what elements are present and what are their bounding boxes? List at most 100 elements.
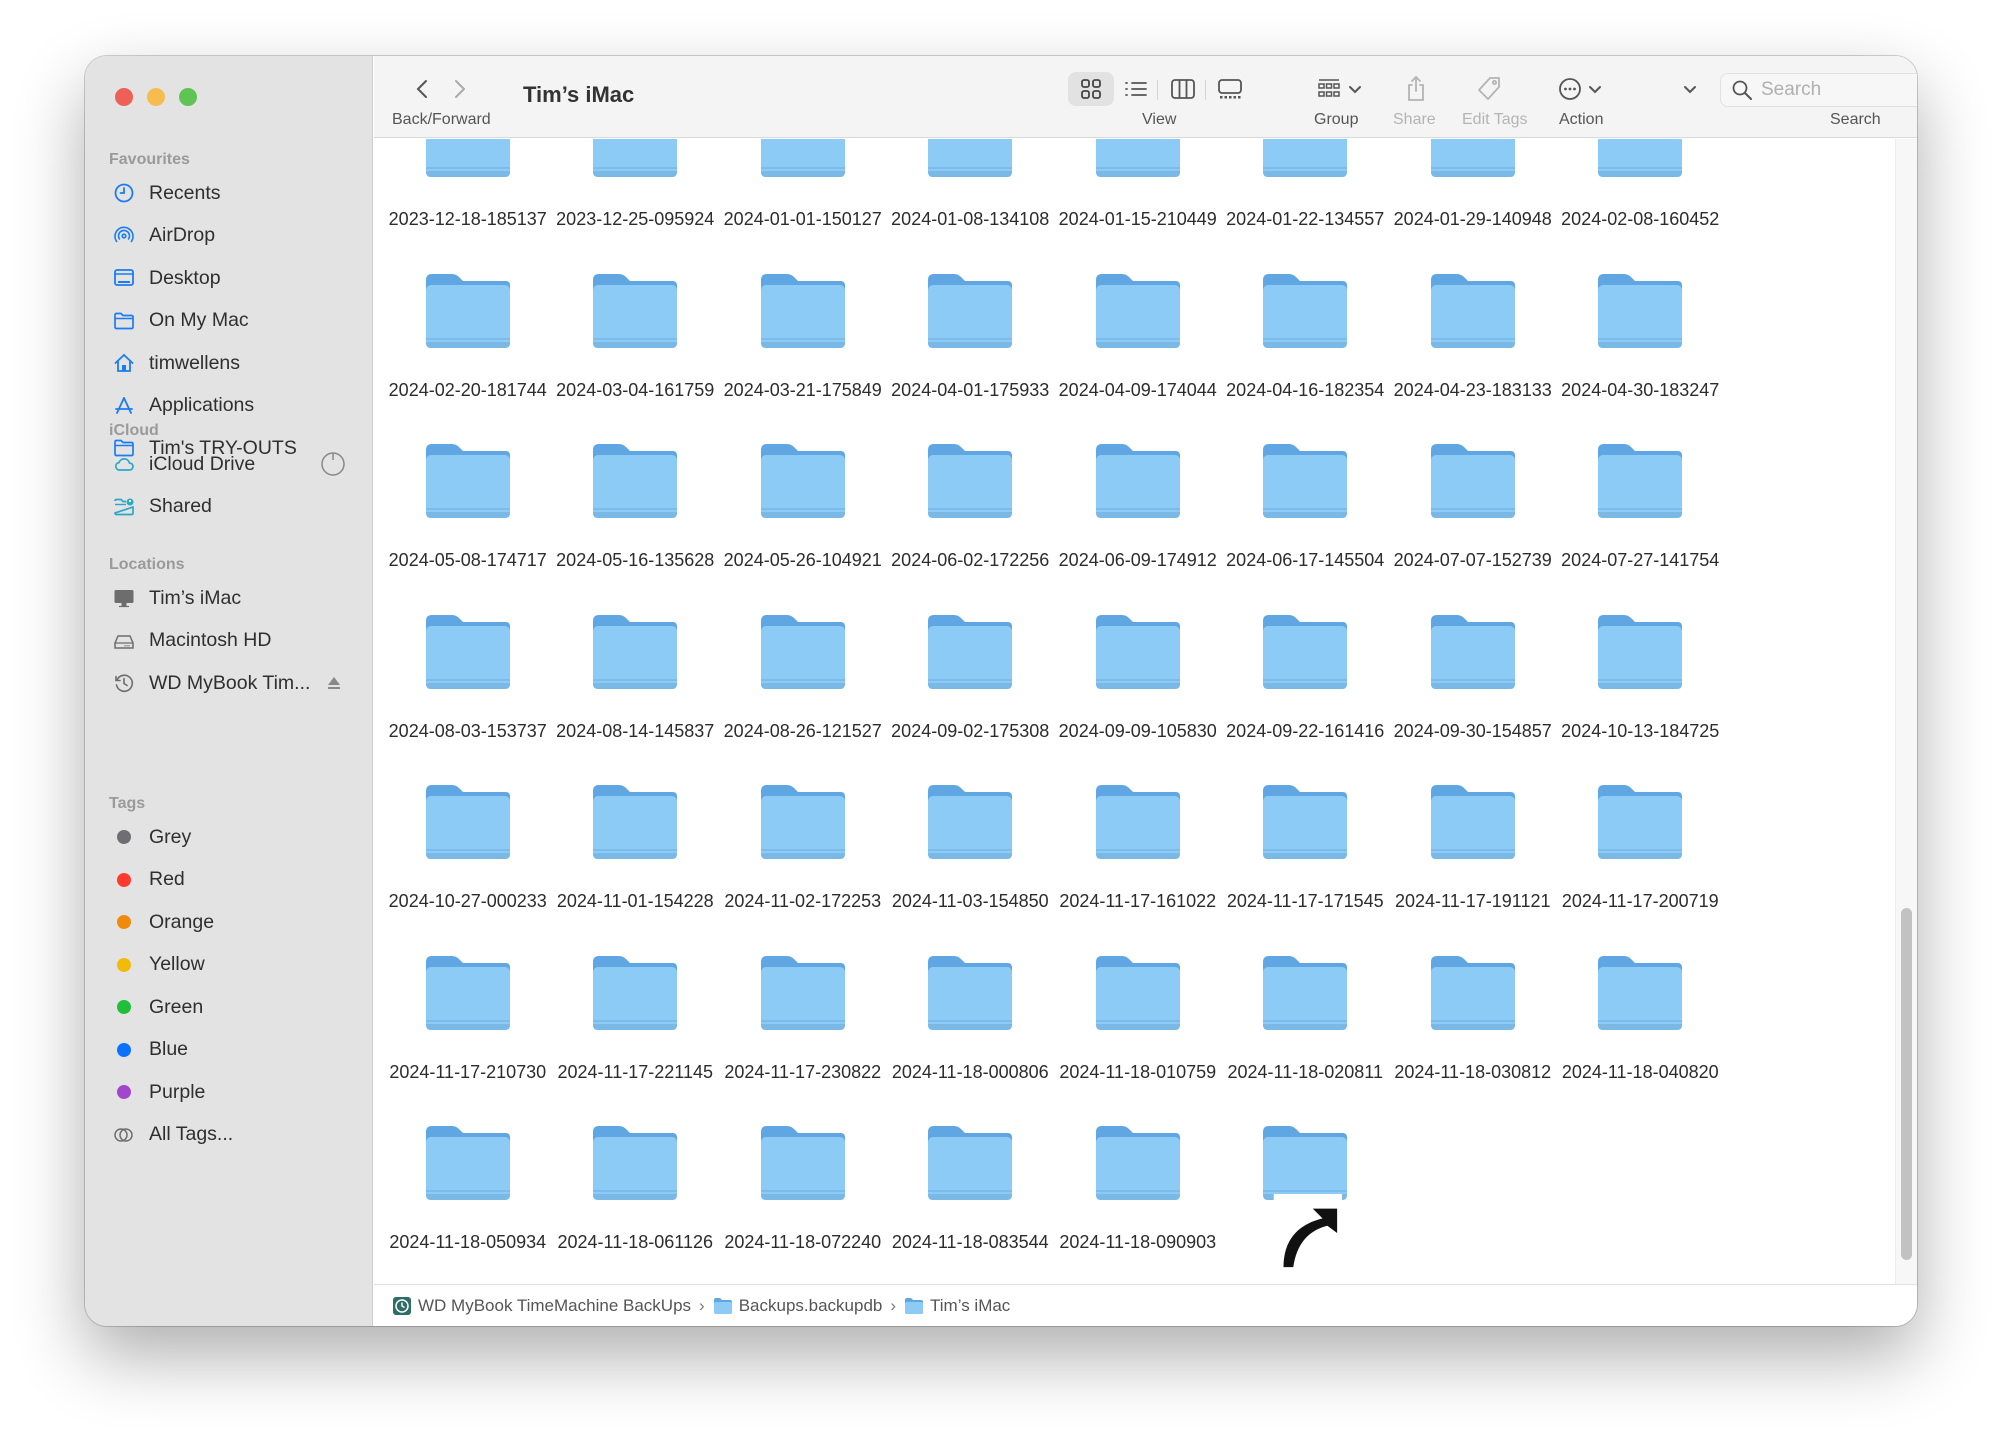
sidebar-item-icloud-drive[interactable]: iCloud Drive <box>85 443 372 486</box>
folder-item[interactable]: 2024-10-27-000233 <box>384 781 552 952</box>
toolbar-overflow-button[interactable] <box>1680 74 1700 104</box>
sidebar-item-airdrop[interactable]: AirDrop <box>85 215 372 258</box>
sidebar-item-blue[interactable]: Blue <box>85 1029 372 1072</box>
folder-item[interactable]: 2024-03-21-175849 <box>719 270 887 441</box>
folder-item[interactable]: 2024-11-18-090903 <box>1054 1122 1222 1284</box>
folder-item[interactable]: 2024-01-29-140948 <box>1389 139 1557 270</box>
folder-item[interactable]: 2024-08-14-145837 <box>552 611 720 782</box>
folder-item[interactable]: 2024-09-09-105830 <box>1054 611 1222 782</box>
sidebar-item-grey[interactable]: Grey <box>85 816 372 859</box>
minimize-button[interactable] <box>147 88 165 106</box>
folder-item[interactable]: 2024-04-30-183247 <box>1557 270 1725 441</box>
folder-item[interactable]: 2024-04-16-182354 <box>1222 270 1390 441</box>
sidebar-item-timwellens[interactable]: timwellens <box>85 342 372 385</box>
sidebar-item-yellow[interactable]: Yellow <box>85 944 372 987</box>
folder-item[interactable]: 2024-06-17-145504 <box>1222 440 1390 611</box>
alias-folder-item[interactable]: Latest <box>1222 1122 1390 1284</box>
folder-item[interactable]: 2024-08-03-153737 <box>384 611 552 782</box>
sidebar-section-header[interactable]: Favourites <box>85 148 372 172</box>
folder-item[interactable]: 2024-09-30-154857 <box>1389 611 1557 782</box>
folder-item[interactable]: 2024-07-27-141754 <box>1557 440 1725 611</box>
folder-item[interactable]: 2024-11-18-083544 <box>887 1122 1055 1284</box>
icon-view-button[interactable] <box>1077 74 1105 104</box>
sidebar-item-wd-mybook-tim[interactable]: WD MyBook Tim... <box>85 662 372 705</box>
sidebar-item-desktop[interactable]: Desktop <box>85 257 372 300</box>
sidebar-item-all-tags[interactable]: All Tags... <box>85 1114 372 1157</box>
eject-icon[interactable] <box>326 675 342 691</box>
sidebar-item-shared[interactable]: Shared <box>85 486 372 529</box>
sidebar-item-orange[interactable]: Orange <box>85 901 372 944</box>
zoom-button[interactable] <box>179 88 197 106</box>
folder-item[interactable]: 2024-11-17-210730 <box>384 952 552 1123</box>
folder-item[interactable]: 2024-10-13-184725 <box>1557 611 1725 782</box>
share-button[interactable] <box>1401 74 1431 104</box>
share-icon <box>1408 75 1424 101</box>
folder-item[interactable]: 2024-11-17-161022 <box>1054 781 1222 952</box>
folder-item[interactable]: 2024-02-20-181744 <box>384 270 552 441</box>
folder-item[interactable]: 2024-11-17-230822 <box>719 952 887 1123</box>
folder-item[interactable]: 2024-07-07-152739 <box>1389 440 1557 611</box>
sidebar-item-on-my-mac[interactable]: On My Mac <box>85 300 372 343</box>
folder-item[interactable]: 2024-06-02-172256 <box>887 440 1055 611</box>
folder-item[interactable]: 2024-11-02-172253 <box>719 781 887 952</box>
folder-item[interactable]: 2024-03-04-161759 <box>552 270 720 441</box>
folder-item[interactable]: 2024-11-18-072240 <box>719 1122 887 1284</box>
folder-item[interactable]: 2024-11-18-000806 <box>887 952 1055 1123</box>
folder-item[interactable]: 2024-11-18-010759 <box>1054 952 1222 1123</box>
folder-item[interactable]: 2024-01-01-150127 <box>719 139 887 270</box>
folder-item[interactable]: 2024-04-23-183133 <box>1389 270 1557 441</box>
folder-item[interactable]: 2024-11-17-191121 <box>1389 781 1557 952</box>
search-field[interactable] <box>1720 73 1917 107</box>
action-button[interactable] <box>1554 74 1606 104</box>
folder-item[interactable]: 2024-11-17-171545 <box>1222 781 1390 952</box>
folder-item[interactable]: 2024-01-22-134557 <box>1222 139 1390 270</box>
folder-item[interactable]: 2024-02-08-160452 <box>1557 139 1725 270</box>
folder-item[interactable]: 2024-04-01-175933 <box>887 270 1055 441</box>
folder-item[interactable]: 2024-05-08-174717 <box>384 440 552 611</box>
folder-item[interactable]: 2024-09-22-161416 <box>1222 611 1390 782</box>
folder-item[interactable]: 2023-12-25-095924 <box>552 139 720 270</box>
folder-item[interactable]: 2024-11-17-221145 <box>552 952 720 1123</box>
sidebar-section-header[interactable]: iCloud <box>85 419 372 443</box>
sidebar-item-macintosh-hd[interactable]: Macintosh HD <box>85 620 372 663</box>
search-input[interactable] <box>1761 79 1917 101</box>
vertical-scrollbar[interactable] <box>1895 139 1917 1284</box>
edit-tags-button[interactable] <box>1474 74 1504 104</box>
sidebar-item-red[interactable]: Red <box>85 859 372 902</box>
path-item-current[interactable]: Tim’s iMac <box>904 1296 1010 1316</box>
folder-item[interactable]: 2024-11-18-040820 <box>1557 952 1725 1123</box>
folder-item[interactable]: 2024-11-17-200719 <box>1557 781 1725 952</box>
group-button[interactable] <box>1313 74 1365 104</box>
folder-item[interactable]: 2024-08-26-121527 <box>719 611 887 782</box>
scrollbar-thumb[interactable] <box>1901 908 1912 1260</box>
forward-button[interactable] <box>450 74 470 104</box>
sidebar-item-green[interactable]: Green <box>85 986 372 1029</box>
folder-item[interactable]: 2024-05-26-104921 <box>719 440 887 611</box>
sidebar-section-header[interactable]: Locations <box>85 553 372 577</box>
folder-item[interactable]: 2024-09-02-175308 <box>887 611 1055 782</box>
folder-item[interactable]: 2024-06-09-174912 <box>1054 440 1222 611</box>
folder-item[interactable]: 2024-11-18-030812 <box>1389 952 1557 1123</box>
folder-item[interactable]: 2024-04-09-174044 <box>1054 270 1222 441</box>
sidebar-item-recents[interactable]: Recents <box>85 172 372 215</box>
folder-item[interactable]: 2024-05-16-135628 <box>552 440 720 611</box>
folder-item[interactable]: 2024-11-03-154850 <box>887 781 1055 952</box>
close-button[interactable] <box>115 88 133 106</box>
folder-item[interactable]: 2024-11-18-050934 <box>384 1122 552 1284</box>
sidebar-item-label: On My Mac <box>149 309 249 332</box>
folder-item[interactable]: 2024-11-01-154228 <box>552 781 720 952</box>
path-item-volume[interactable]: WD MyBook TimeMachine BackUps <box>392 1296 691 1316</box>
column-view-button[interactable] <box>1168 74 1198 104</box>
gallery-view-button[interactable] <box>1214 74 1246 104</box>
folder-item[interactable]: 2024-11-18-061126 <box>552 1122 720 1284</box>
folder-item[interactable]: 2024-01-08-134108 <box>887 139 1055 270</box>
folder-item[interactable]: 2023-12-18-185137 <box>384 139 552 270</box>
folder-item[interactable]: 2024-11-18-020811 <box>1222 952 1390 1123</box>
list-view-button[interactable] <box>1122 74 1150 104</box>
back-button[interactable] <box>412 74 432 104</box>
folder-item[interactable]: 2024-01-15-210449 <box>1054 139 1222 270</box>
sidebar-item-purple[interactable]: Purple <box>85 1071 372 1114</box>
sidebar-item-tim-s-imac[interactable]: Tim’s iMac <box>85 577 372 620</box>
path-item-backupdb[interactable]: Backups.backupdb <box>713 1296 882 1316</box>
sidebar-section-header[interactable]: Tags <box>85 792 372 816</box>
